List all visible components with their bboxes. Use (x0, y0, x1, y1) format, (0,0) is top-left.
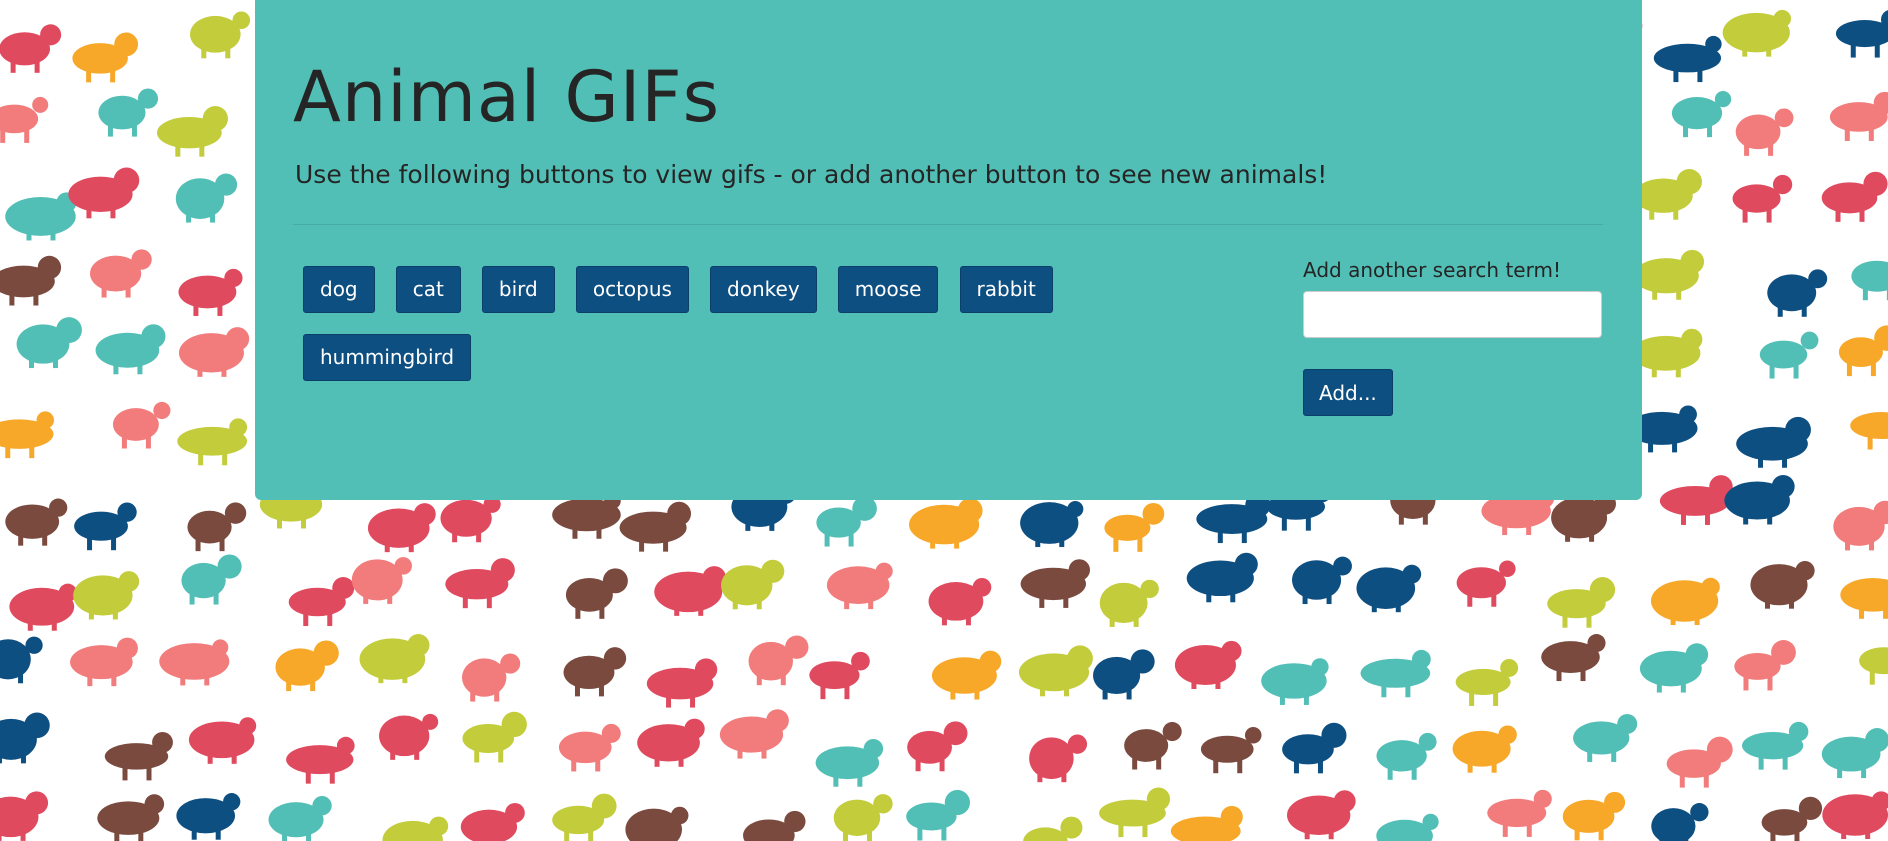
page-subtitle: Use the following buttons to view gifs -… (295, 160, 1328, 189)
add-term-form: Add another search term! Add... (1303, 258, 1603, 416)
animal-button-cat[interactable]: cat (395, 266, 461, 313)
search-term-input[interactable] (1303, 291, 1602, 338)
add-button[interactable]: Add... (1303, 369, 1393, 416)
animal-button-bird[interactable]: bird (481, 266, 555, 313)
animal-button-dog[interactable]: dog (303, 266, 375, 313)
animal-button-rabbit[interactable]: rabbit (959, 266, 1053, 313)
header-panel: Animal GIFs Use the following buttons to… (255, 0, 1642, 500)
animal-button-octopus[interactable]: octopus (575, 266, 689, 313)
divider (293, 224, 1603, 225)
animal-button-donkey[interactable]: donkey (710, 266, 817, 313)
page-title: Animal GIFs (293, 56, 721, 138)
animal-button-moose[interactable]: moose (837, 266, 939, 313)
search-term-label: Add another search term! (1303, 258, 1561, 282)
animal-buttons-container: dog cat bird octopus donkey moose rabbit… (303, 266, 1173, 402)
animal-button-hummingbird[interactable]: hummingbird (303, 334, 472, 381)
